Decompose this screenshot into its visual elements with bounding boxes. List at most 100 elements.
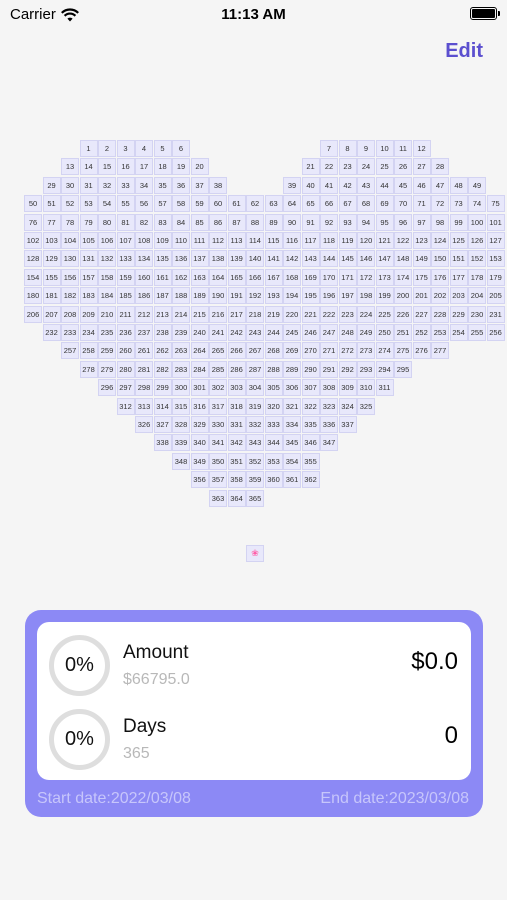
day-cell[interactable]: 129: [42, 250, 61, 268]
day-cell[interactable]: 183: [79, 287, 98, 305]
day-cell[interactable]: 337: [338, 416, 357, 433]
day-cell[interactable]: 111: [190, 232, 209, 249]
day-cell[interactable]: 189: [190, 287, 209, 305]
day-cell[interactable]: 89: [264, 213, 283, 231]
day-cell[interactable]: 154: [24, 268, 42, 286]
day-cell[interactable]: 197: [338, 287, 357, 305]
day-cell[interactable]: 323: [320, 397, 338, 415]
day-cell[interactable]: 92: [320, 213, 338, 231]
day-cell[interactable]: 306: [283, 379, 301, 397]
day-cell[interactable]: 187: [153, 287, 172, 305]
day-cell[interactable]: 109: [153, 232, 172, 249]
day-cell[interactable]: 252: [412, 324, 431, 341]
day-cell[interactable]: 290: [301, 360, 320, 378]
day-cell[interactable]: 121: [375, 232, 394, 249]
day-cell[interactable]: 328: [172, 416, 190, 433]
day-cell[interactable]: 360: [264, 471, 283, 489]
day-cell[interactable]: 274: [375, 342, 394, 360]
day-cell[interactable]: 346: [301, 434, 320, 452]
day-cell[interactable]: 44: [375, 176, 394, 194]
day-cell[interactable]: 116: [283, 232, 301, 249]
day-cell[interactable]: 262: [153, 342, 172, 360]
day-cell[interactable]: 281: [135, 360, 153, 378]
day-cell[interactable]: 2: [98, 140, 116, 157]
day-cell[interactable]: 247: [320, 324, 338, 341]
day-cell[interactable]: 245: [283, 324, 301, 341]
day-cell[interactable]: 141: [264, 250, 283, 268]
day-cell[interactable]: 248: [338, 324, 357, 341]
day-cell[interactable]: 212: [135, 305, 153, 323]
day-cell[interactable]: 221: [301, 305, 320, 323]
day-cell[interactable]: 76: [24, 213, 42, 231]
day-cell[interactable]: 219: [264, 305, 283, 323]
day-cell[interactable]: 128: [24, 250, 42, 268]
day-cell[interactable]: 348: [172, 452, 190, 470]
day-cell[interactable]: 341: [209, 434, 227, 452]
day-cell[interactable]: 278: [79, 360, 98, 378]
day-cell[interactable]: 222: [320, 305, 338, 323]
day-cell[interactable]: 351: [227, 452, 246, 470]
day-cell[interactable]: 200: [394, 287, 412, 305]
day-cell[interactable]: 192: [246, 287, 264, 305]
day-cell[interactable]: 127: [486, 232, 505, 249]
day-cell[interactable]: 334: [283, 416, 301, 433]
day-cell[interactable]: 361: [283, 471, 301, 489]
day-cell[interactable]: 39: [283, 176, 301, 194]
day-cell[interactable]: 156: [61, 268, 79, 286]
day-cell[interactable]: 103: [42, 232, 61, 249]
day-cell[interactable]: 87: [227, 213, 246, 231]
day-cell[interactable]: 35: [153, 176, 172, 194]
day-cell[interactable]: 260: [116, 342, 135, 360]
day-cell[interactable]: 100: [468, 213, 486, 231]
day-cell[interactable]: 277: [431, 342, 449, 360]
day-cell[interactable]: 198: [357, 287, 375, 305]
day-cell[interactable]: 317: [209, 397, 227, 415]
day-cell[interactable]: 143: [301, 250, 320, 268]
day-cell[interactable]: 259: [98, 342, 116, 360]
day-cell[interactable]: 300: [172, 379, 190, 397]
day-cell[interactable]: 133: [116, 250, 135, 268]
day-cell[interactable]: 181: [42, 287, 61, 305]
day-cell[interactable]: 263: [172, 342, 190, 360]
day-cell[interactable]: 38: [209, 176, 227, 194]
day-cell[interactable]: 333: [264, 416, 283, 433]
day-cell[interactable]: 125: [449, 232, 468, 249]
day-cell[interactable]: 340: [190, 434, 209, 452]
day-cell[interactable]: 80: [98, 213, 116, 231]
day-cell[interactable]: 20: [190, 158, 209, 176]
day-cell[interactable]: 124: [431, 232, 449, 249]
day-cell[interactable]: 347: [320, 434, 338, 452]
day-cell[interactable]: 1: [79, 140, 98, 157]
day-cell[interactable]: 220: [283, 305, 301, 323]
day-cell[interactable]: 164: [209, 268, 227, 286]
day-cell[interactable]: 135: [153, 250, 172, 268]
day-cell[interactable]: 131: [79, 250, 98, 268]
day-cell[interactable]: 7: [320, 140, 338, 157]
day-cell[interactable]: 264: [190, 342, 209, 360]
day-cell[interactable]: 194: [283, 287, 301, 305]
day-cell[interactable]: 237: [135, 324, 153, 341]
day-cell[interactable]: 8: [338, 140, 357, 157]
day-cell[interactable]: 203: [449, 287, 468, 305]
day-cell[interactable]: 138: [209, 250, 227, 268]
day-cell[interactable]: 122: [394, 232, 412, 249]
day-cell[interactable]: 275: [394, 342, 412, 360]
day-cell[interactable]: 218: [246, 305, 264, 323]
day-cell[interactable]: 177: [449, 268, 468, 286]
day-cell[interactable]: 33: [116, 176, 135, 194]
day-cell[interactable]: 47: [431, 176, 449, 194]
day-cell[interactable]: 363: [209, 489, 227, 507]
day-cell[interactable]: 67: [338, 195, 357, 213]
day-cell[interactable]: 356: [190, 471, 209, 489]
day-cell[interactable]: 214: [172, 305, 190, 323]
day-cell[interactable]: 77: [42, 213, 61, 231]
day-cell[interactable]: 310: [357, 379, 375, 397]
day-cell[interactable]: 322: [301, 397, 320, 415]
day-cell[interactable]: 188: [172, 287, 190, 305]
day-cell[interactable]: 352: [246, 452, 264, 470]
day-cell[interactable]: 215: [190, 305, 209, 323]
day-cell[interactable]: 10: [375, 140, 394, 157]
day-cell[interactable]: 161: [153, 268, 172, 286]
day-cell[interactable]: 171: [338, 268, 357, 286]
day-cell[interactable]: 325: [357, 397, 375, 415]
